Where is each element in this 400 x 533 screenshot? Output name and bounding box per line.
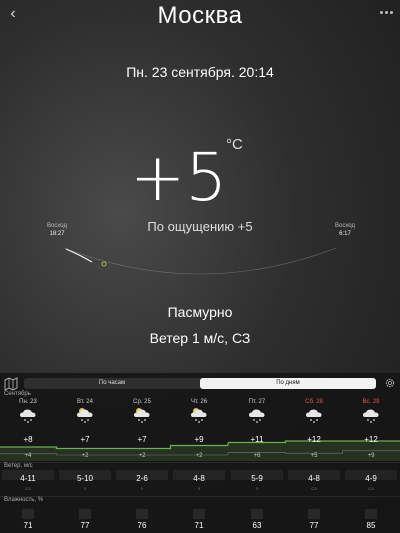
sunset-info: Восход 6:17 — [330, 222, 360, 238]
sunrise-label: Восход — [47, 223, 67, 229]
temp-min: +5 — [310, 453, 318, 459]
temperature-unit: °C — [226, 136, 243, 153]
wind-direction: З — [140, 486, 144, 491]
current-datetime: Пн. 23 сентября. 20:14 — [126, 64, 274, 80]
humidity-value: 77 — [309, 521, 319, 530]
wind-direction: СЗ — [368, 486, 374, 491]
day-label[interactable]: Ср. 25 — [119, 399, 165, 405]
sunrise-info: Восход 18:27 — [42, 222, 72, 238]
humidity-value: 77 — [80, 521, 90, 530]
more-menu-icon[interactable] — [380, 8, 396, 16]
day-label[interactable]: Пн. 23 — [5, 399, 51, 405]
city-title: Москва — [157, 2, 243, 29]
humidity-bar — [308, 509, 320, 519]
wind-direction: З — [197, 486, 201, 491]
wind-value: 4-11 — [20, 474, 36, 483]
weather-condition: Пасмурно — [167, 304, 233, 320]
forecast-panel: По часам По дням Сентябрь Ветер, м/с Вла… — [0, 373, 400, 533]
wind-value: 2-6 — [136, 474, 148, 483]
day-label[interactable]: Вс. 29 — [348, 399, 394, 405]
wind-direction: СЗ — [25, 486, 31, 491]
temp-max: +12 — [307, 435, 321, 444]
temp-max: +7 — [80, 435, 90, 444]
gear-icon[interactable] — [384, 377, 396, 389]
wind-value: 4-8 — [308, 474, 320, 483]
wind-value: 5-10 — [76, 474, 93, 483]
sunrise-time: 18:27 — [49, 231, 65, 237]
snow-cloud-icon — [18, 406, 38, 424]
wind-value: 4-8 — [193, 474, 205, 483]
map-icon[interactable] — [4, 377, 18, 391]
temp-max: +9 — [194, 435, 204, 444]
sunset-label: Восход — [335, 223, 355, 229]
humidity-value: 76 — [137, 521, 147, 530]
humidity-value: 85 — [366, 521, 376, 530]
humidity-bar — [193, 509, 205, 519]
current-wind: Ветер 1 м/с, СЗ — [149, 330, 251, 346]
wind-row-label: Ветер, м/с — [4, 463, 33, 469]
temp-min: +6 — [253, 453, 261, 459]
tab-daily[interactable]: По дням — [200, 378, 376, 389]
temp-min: +2 — [81, 453, 89, 459]
day-label[interactable]: Пт. 27 — [234, 399, 280, 405]
forecast-tabs: По часам По дням — [24, 378, 376, 389]
day-label[interactable]: Чт. 26 — [176, 399, 222, 405]
day-label[interactable]: Вт. 24 — [62, 399, 108, 405]
humidity-bar — [365, 509, 377, 519]
humidity-bar — [251, 509, 263, 519]
partly-cloudy-snow-icon — [132, 406, 152, 424]
temp-max: +8 — [23, 435, 33, 444]
temp-min: +4 — [24, 453, 32, 459]
wind-value: 4-9 — [365, 474, 377, 483]
temp-max: +7 — [137, 435, 147, 444]
current-temperature: +5 — [130, 139, 228, 216]
month-label: Сентябрь — [4, 391, 31, 397]
sunset-time: 6:17 — [339, 231, 351, 237]
partly-cloudy-snow-icon — [75, 406, 95, 424]
temp-min: +9 — [367, 453, 375, 459]
temp-min: +2 — [138, 453, 146, 459]
wind-value: 5-9 — [251, 474, 263, 483]
sun-position-marker — [101, 261, 107, 267]
snow-cloud-icon — [247, 406, 267, 424]
day-label[interactable]: Сб. 28 — [291, 399, 337, 405]
wind-direction: З — [83, 486, 87, 491]
wind-direction: З — [255, 486, 259, 491]
temp-max: +11 — [250, 435, 264, 444]
humidity-value: 71 — [194, 521, 204, 530]
snow-cloud-icon — [361, 406, 381, 424]
temp-min: +2 — [195, 453, 203, 459]
wind-direction: СЗ — [311, 486, 317, 491]
humidity-bar — [136, 509, 148, 519]
partly-cloudy-snow-icon — [189, 406, 209, 424]
tab-hourly[interactable]: По часам — [24, 378, 200, 389]
humidity-bar — [22, 509, 34, 519]
humidity-value: 63 — [252, 521, 262, 530]
snow-cloud-icon — [304, 406, 324, 424]
humidity-row-label: Влажность, % — [4, 497, 44, 503]
temp-max: +12 — [364, 435, 378, 444]
humidity-bar — [79, 509, 91, 519]
humidity-value: 71 — [23, 521, 33, 530]
